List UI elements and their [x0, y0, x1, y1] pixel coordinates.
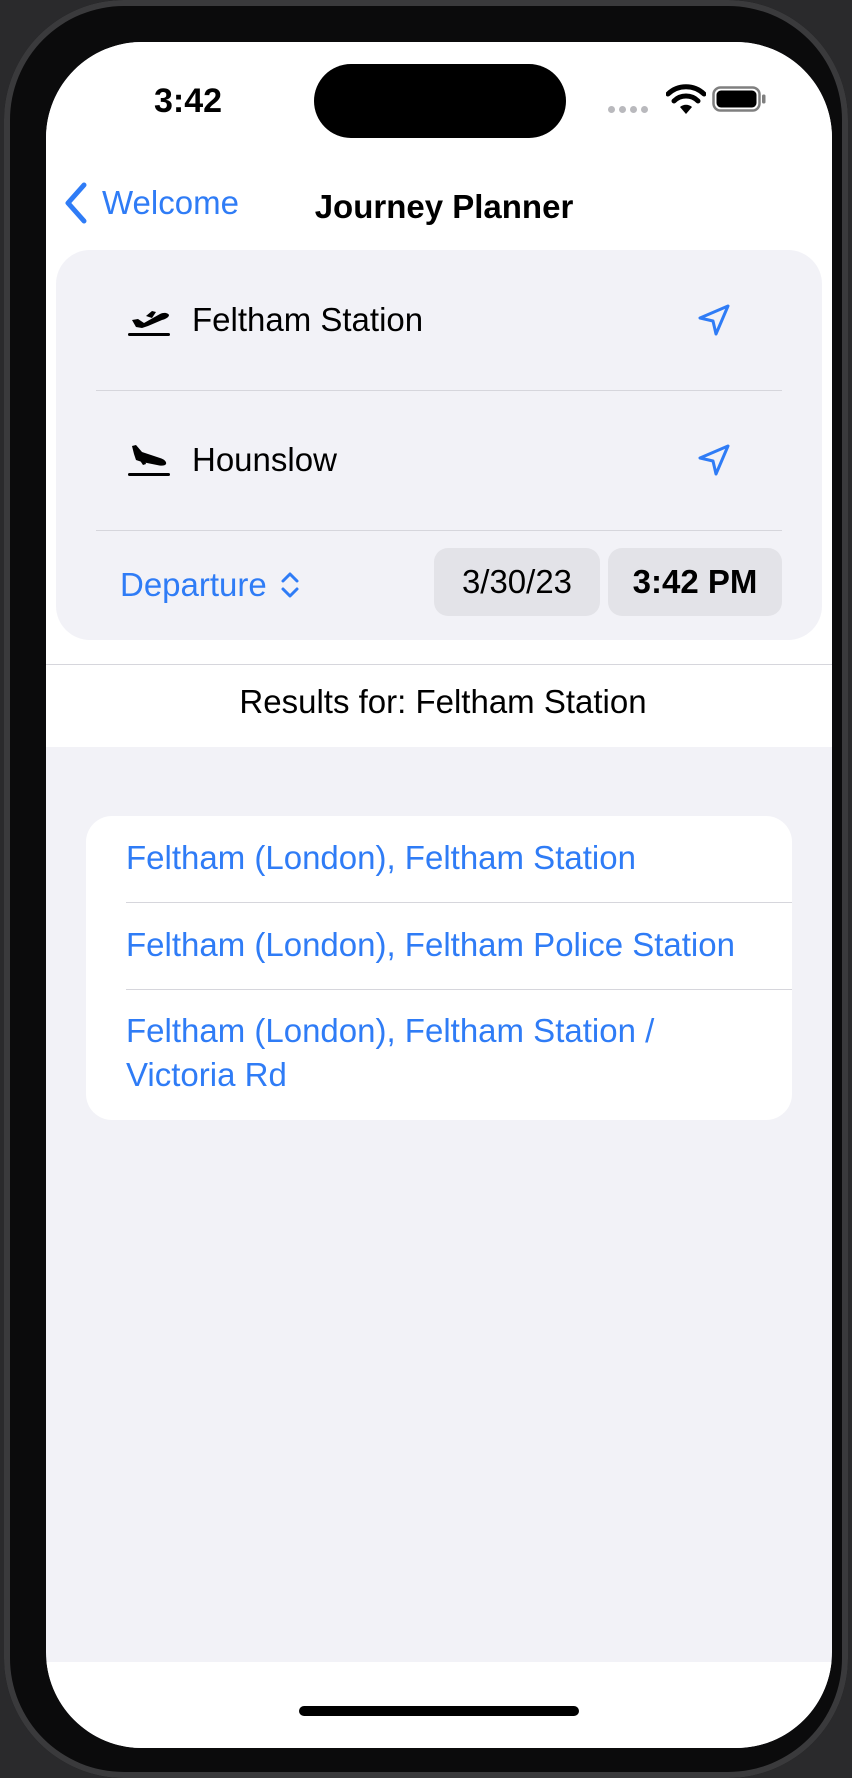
results-list: Feltham (London), Feltham Station Feltha… [86, 816, 792, 1120]
battery-icon [712, 86, 766, 112]
screen: 3:42 Welcome Journey Planner Feltham Sta… [46, 42, 832, 1748]
to-field-value: Hounslow [192, 441, 337, 478]
location-arrow-icon[interactable] [696, 442, 732, 478]
from-field[interactable]: Feltham Station [96, 250, 782, 391]
status-bar: 3:42 [46, 42, 832, 162]
wifi-icon [666, 84, 706, 114]
results-header-text: Results for: Feltham Station [239, 683, 647, 720]
to-field[interactable]: Hounslow [96, 390, 782, 531]
list-item[interactable]: Feltham (London), Feltham Police Station [126, 923, 792, 990]
home-indicator[interactable] [299, 1706, 579, 1716]
location-arrow-icon[interactable] [696, 302, 732, 338]
navigation-bar: Welcome Journey Planner [46, 162, 832, 244]
date-picker-button[interactable]: 3/30/23 [434, 548, 600, 616]
departure-mode-label: Departure [120, 566, 267, 603]
time-options-row: Departure 3/30/23 3:42 PM [96, 530, 782, 640]
dynamic-island [314, 64, 566, 138]
home-indicator-area [46, 1662, 832, 1748]
page-title: Journey Planner [314, 188, 574, 225]
status-time: 3:42 [154, 82, 223, 120]
from-field-value: Feltham Station [192, 301, 424, 338]
time-picker-button[interactable]: 3:42 PM [608, 548, 782, 616]
chevron-up-down-icon [281, 572, 299, 598]
device-frame: 3:42 Welcome Journey Planner Feltham Sta… [4, 0, 848, 1778]
list-item[interactable]: Feltham (London), Feltham Station / Vict… [126, 1009, 706, 1109]
departure-mode-picker[interactable]: Departure [120, 566, 301, 604]
cellular-signal-icon [608, 106, 648, 113]
airplane-departure-icon [128, 311, 170, 336]
journey-form-card: Feltham Station Hounslow Departure 3/30/… [56, 250, 822, 640]
results-header: Results for: Feltham Station [46, 664, 832, 747]
journey-form: Feltham Station Hounslow Departure 3/30/… [46, 244, 832, 664]
airplane-arrival-icon [128, 445, 170, 476]
list-item[interactable]: Feltham (London), Feltham Station [126, 836, 792, 903]
